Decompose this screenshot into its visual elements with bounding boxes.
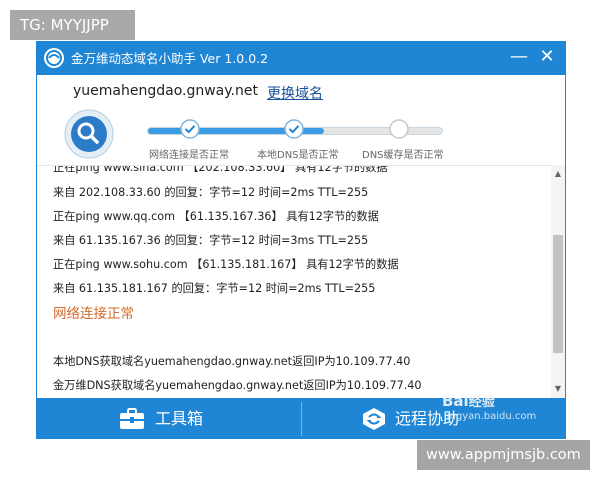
window-title: 金万维动态域名小助手 Ver 1.0.0.2 <box>71 51 269 66</box>
step-done-check-icon <box>180 119 200 139</box>
log-line: 来自 61.135.167.36 的回复：字节=12 时间=3ms TTL=25… <box>53 234 369 247</box>
log-scrollbar[interactable]: ▲ ▼ <box>551 165 565 398</box>
log-line: 正在ping www.sohu.com 【61.135.181.167】 具有1… <box>53 258 399 271</box>
bottom-divider <box>301 402 302 436</box>
step-pending-circle-icon <box>389 119 409 139</box>
domain-name: yuemahengdao.gnway.net <box>73 83 258 99</box>
log-line: 来自 202.108.33.60 的回复：字节=12 时间=2ms TTL=25… <box>53 186 369 199</box>
network-status-text: 网络连接正常 <box>53 306 134 322</box>
step-label-local-dns: 本地DNS是否正常 <box>257 150 339 161</box>
toolbox-icon <box>120 408 144 429</box>
tg-watermark-label: TG: MYYJJPP <box>10 10 135 40</box>
log-line: 正在ping www.qq.com 【61.135.167.36】 具有12字节… <box>53 210 379 223</box>
step-label-network: 网络连接是否正常 <box>149 150 229 161</box>
scroll-thumb[interactable] <box>553 235 563 353</box>
header-panel: yuemahengdao.gnway.net 更换域名 网络连接是否正常 本地D… <box>37 75 565 165</box>
close-button[interactable]: ✕ <box>535 46 559 70</box>
diagnose-search-icon <box>64 109 114 159</box>
scroll-down-arrow-icon[interactable]: ▼ <box>551 382 565 396</box>
site-watermark-label: www.appmjmsjb.com <box>417 440 590 470</box>
log-line: 来自 61.135.181.167 的回复：字节=12 时间=2ms TTL=2… <box>53 282 376 295</box>
app-logo-icon <box>44 48 64 68</box>
change-domain-link[interactable]: 更换域名 <box>267 83 323 103</box>
gnway-dns-result: 金万维DNS获取域名yuemahengdao.gnway.net返回IP为10.… <box>53 379 422 392</box>
step-done-check-icon <box>284 119 304 139</box>
baidu-watermark: Bai经验 <box>442 392 495 410</box>
remote-assist-icon <box>363 408 385 430</box>
toolbox-button[interactable]: 工具箱 <box>37 398 300 438</box>
log-output[interactable]: 正在ping www.sina.com 【202.108.33.60】 具有12… <box>37 165 553 399</box>
local-dns-result: 本地DNS获取域名yuemahengdao.gnway.net返回IP为10.1… <box>53 355 411 368</box>
toolbox-label: 工具箱 <box>155 409 204 428</box>
log-line: 正在ping www.sina.com 【202.108.33.60】 具有12… <box>53 165 388 174</box>
app-window: 金万维动态域名小助手 Ver 1.0.0.2 — ✕ yuemahengdao.… <box>36 41 566 439</box>
scroll-up-arrow-icon[interactable]: ▲ <box>551 167 565 181</box>
minimize-button[interactable]: — <box>507 46 531 70</box>
baidu-watermark-url: jingyan.baidu.com <box>444 411 537 422</box>
title-bar[interactable]: 金万维动态域名小助手 Ver 1.0.0.2 — ✕ <box>37 42 565 75</box>
step-label-dns-cache: DNS缓存是否正常 <box>362 150 444 161</box>
